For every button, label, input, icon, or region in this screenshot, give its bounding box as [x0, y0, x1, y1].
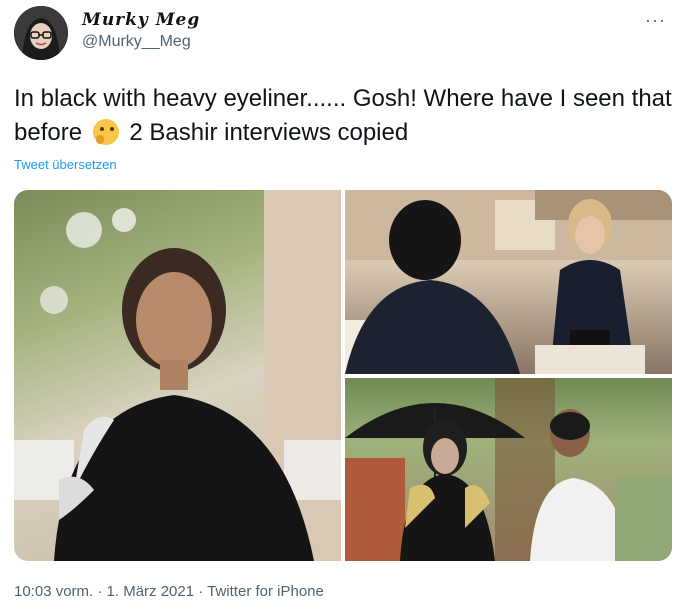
photo-woman-black-dress[interactable]	[14, 190, 341, 561]
photo-woman-image	[14, 190, 341, 561]
translate-tweet-link[interactable]: Tweet übersetzen	[14, 157, 117, 172]
photo-umbrella-interview[interactable]	[345, 378, 672, 561]
thinking-face-icon	[92, 119, 119, 145]
avatar[interactable]	[14, 6, 68, 60]
more-options-icon[interactable]: ···	[645, 10, 666, 31]
photo-interview-seated[interactable]	[345, 190, 672, 374]
tweet-text-part-2: 2 Bashir interviews copied	[129, 119, 409, 146]
display-name[interactable]: Murky Meg	[82, 10, 200, 30]
photo-umbrella-image	[345, 378, 672, 561]
avatar-image	[14, 6, 68, 60]
tweet-timestamp[interactable]: 10:03 vorm. · 1. März 2021 · Twitter for…	[14, 583, 324, 600]
photo-interview-image	[345, 190, 672, 374]
media-grid	[14, 190, 672, 561]
user-handle[interactable]: @Murky__Meg	[82, 33, 191, 51]
tweet-text: In black with heavy eyeliner...... Gosh!…	[14, 82, 674, 150]
